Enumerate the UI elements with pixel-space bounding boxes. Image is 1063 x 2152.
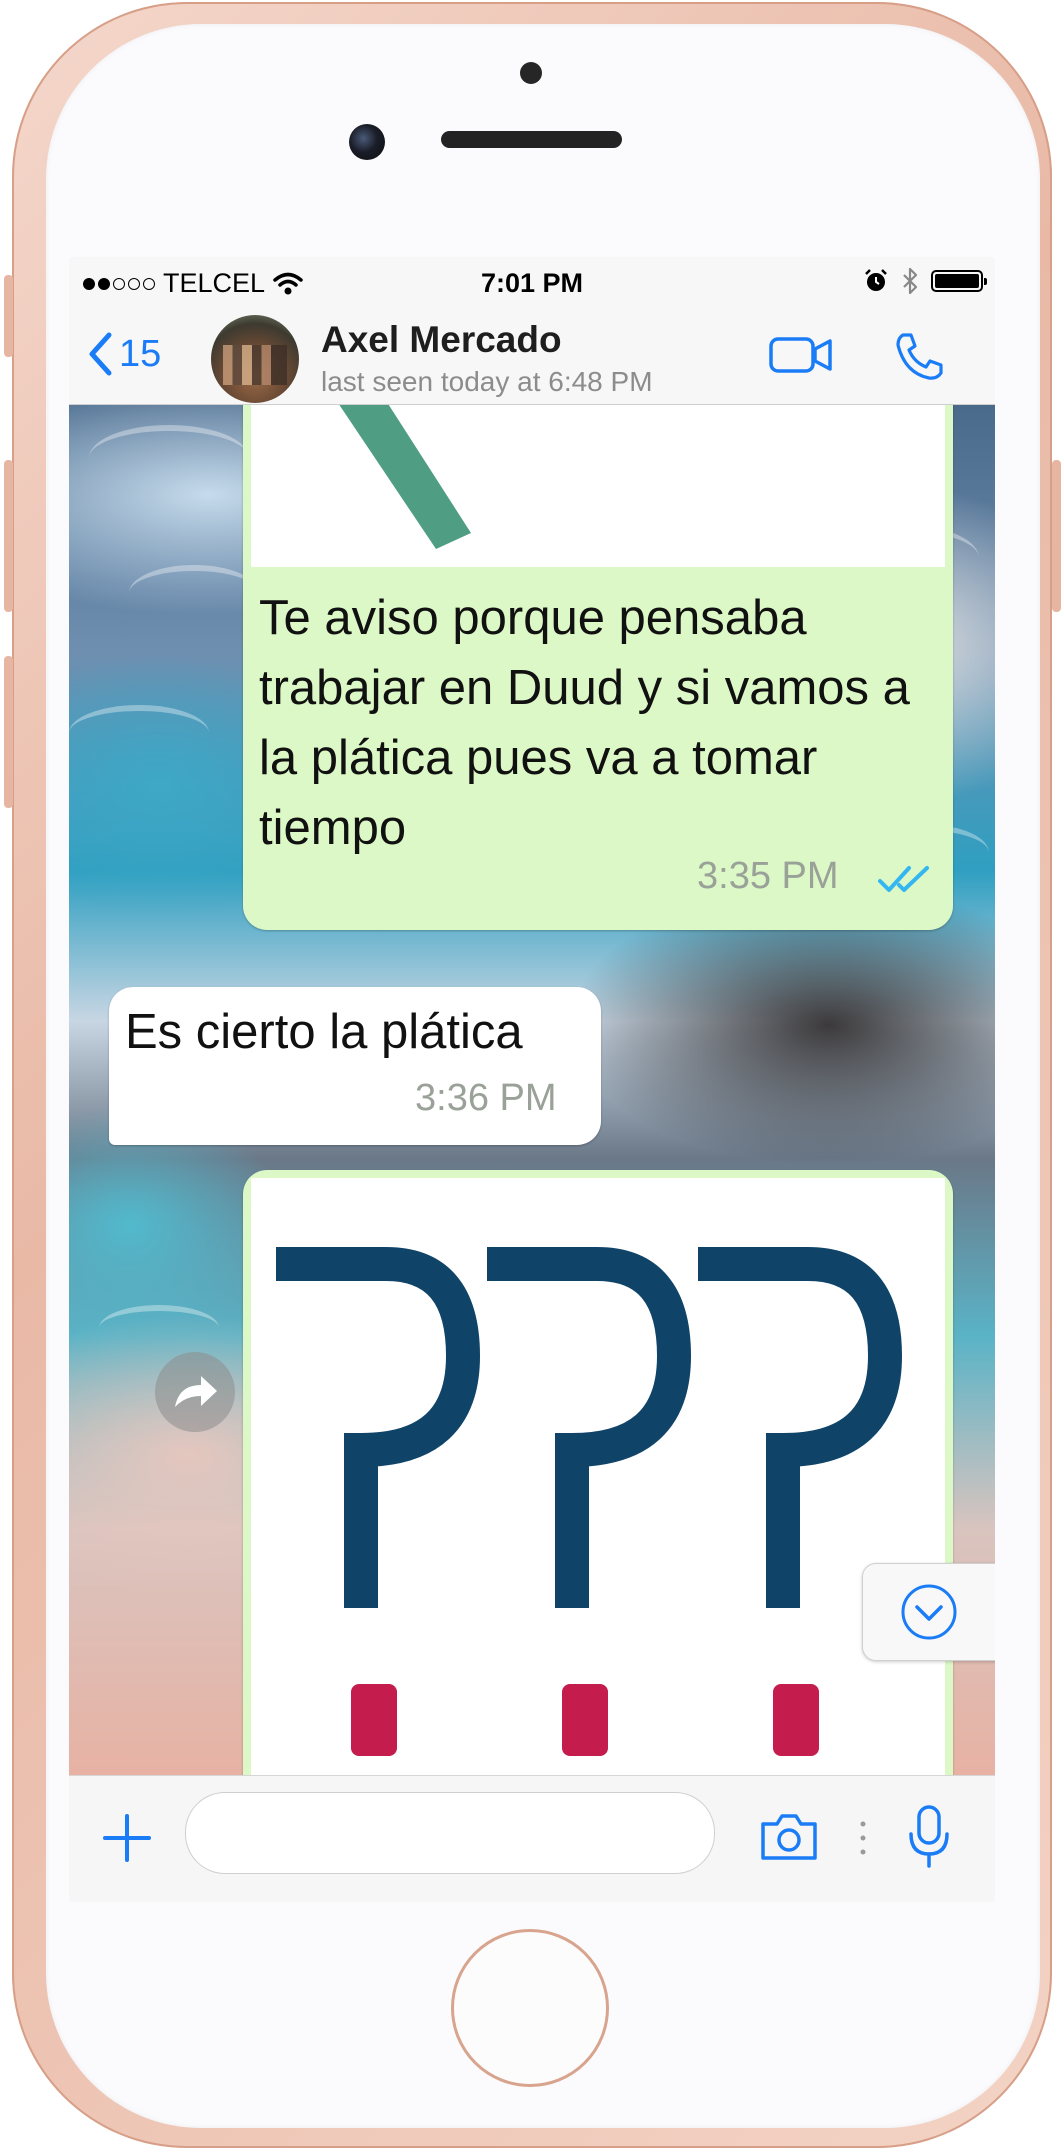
alarm-icon xyxy=(865,269,887,291)
contact-name[interactable]: Axel Mercado xyxy=(321,319,562,361)
battery-icon xyxy=(931,270,987,292)
message-bubble-incoming[interactable]: Es cierto la plática 3:36 PM xyxy=(109,987,601,1145)
forward-icon xyxy=(175,1376,217,1407)
question-mark-dot xyxy=(351,1684,397,1756)
message-bubble-outgoing[interactable] xyxy=(243,1170,953,1775)
earpiece xyxy=(441,131,622,148)
avatar[interactable] xyxy=(211,315,299,403)
chevron-down-icon xyxy=(901,1584,957,1640)
input-bar xyxy=(69,1775,995,1902)
message-text: Te aviso porque pensaba trabajar en Duud… xyxy=(259,591,910,855)
message-text: Es cierto la plática xyxy=(125,1005,523,1059)
front-camera xyxy=(349,124,385,160)
forward-button[interactable] xyxy=(155,1352,235,1432)
unread-count: 15 xyxy=(119,332,162,375)
separator-dots xyxy=(860,1821,866,1855)
scroll-to-bottom-button[interactable] xyxy=(862,1563,995,1661)
message-time: 3:35 PM xyxy=(697,855,839,897)
proximity-sensor xyxy=(520,62,542,84)
chat-header: 15 Axel Mercado last seen today at 6:48 … xyxy=(69,309,995,405)
message-input[interactable] xyxy=(185,1792,715,1874)
message-image[interactable] xyxy=(251,1178,945,1775)
video-call-icon[interactable] xyxy=(769,335,833,375)
image-graphic xyxy=(339,405,471,549)
question-mark-dot xyxy=(773,1684,819,1756)
volume-up-button xyxy=(4,460,13,612)
phone-icon[interactable] xyxy=(893,331,945,383)
power-button xyxy=(1052,460,1061,612)
message-image[interactable] xyxy=(251,405,945,567)
question-mark-dot xyxy=(562,1684,608,1756)
microphone-icon[interactable] xyxy=(907,1804,951,1868)
phone-mockup: TELCEL 7:01 PM 15 Axel Mercado last seen… xyxy=(0,0,1063,2152)
camera-icon[interactable] xyxy=(759,1812,819,1862)
chat-background: Te aviso porque pensaba trabajar en Duud… xyxy=(69,405,995,1775)
plus-icon[interactable] xyxy=(103,1814,151,1862)
status-time: 7:01 PM xyxy=(480,268,584,298)
message-bubble-outgoing[interactable]: Te aviso porque pensaba trabajar en Duud… xyxy=(243,405,953,930)
mute-switch xyxy=(4,275,13,357)
volume-down-button xyxy=(4,656,13,808)
read-ticks-icon xyxy=(878,866,929,892)
message-time: 3:36 PM xyxy=(415,1077,557,1119)
back-chevron-icon xyxy=(89,332,112,376)
contact-status: last seen today at 6:48 PM xyxy=(321,366,653,397)
status-bar: TELCEL 7:01 PM xyxy=(69,257,995,309)
bluetooth-icon xyxy=(903,267,918,295)
back-button[interactable]: 15 xyxy=(87,331,161,377)
home-button[interactable] xyxy=(451,1929,609,2087)
screen: TELCEL 7:01 PM 15 Axel Mercado last seen… xyxy=(69,257,995,1902)
status-right xyxy=(863,267,987,295)
